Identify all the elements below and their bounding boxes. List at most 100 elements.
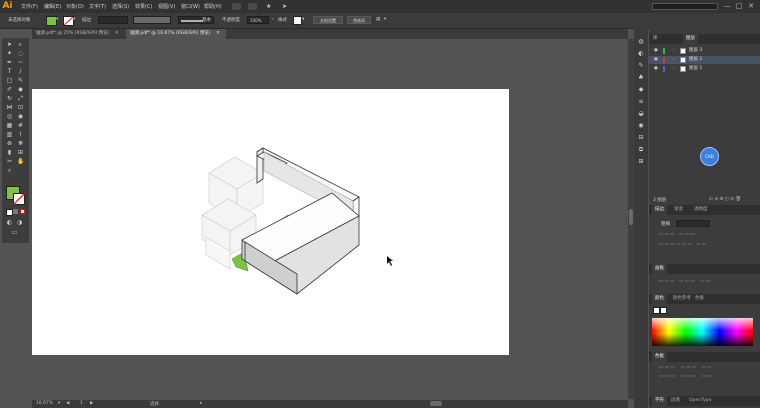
brushes-icon[interactable]: ✎ [637, 62, 645, 70]
artboard-row[interactable]: ▭ ▭ ▭ ▭ ▭ ▭ ▭ ▭ [659, 279, 710, 284]
artboard-number[interactable]: 1 [80, 401, 83, 406]
pathfinder-icon[interactable]: ⧉ [637, 146, 645, 154]
color-guide-icon[interactable]: ◍ [637, 38, 645, 46]
type-tool-icon[interactable]: T [6, 68, 13, 75]
default-colors-icon[interactable] [6, 209, 13, 216]
graphic-style-swatch[interactable] [293, 16, 302, 25]
chevron-down-icon[interactable]: ▾ [56, 17, 58, 22]
axonometric-drawing[interactable] [32, 89, 509, 355]
color-mode-icon[interactable] [13, 209, 18, 214]
stroke-color-box[interactable] [13, 193, 25, 205]
minimize-button[interactable]: — [722, 2, 732, 11]
graphic-styles-icon[interactable]: ◆ [637, 86, 645, 94]
mesh-tool-icon[interactable]: # [17, 122, 24, 129]
menu-help[interactable]: 帮助(H) [204, 3, 222, 10]
eraser-icon[interactable]: ◆ [17, 86, 24, 93]
gradient-tool-icon[interactable]: ▥ [6, 131, 13, 138]
magic-wand-icon[interactable]: ✦ [6, 50, 13, 57]
stroke-weight-input[interactable] [676, 220, 710, 227]
hand-tool-icon[interactable]: ✋ [17, 158, 24, 165]
stroke-options-row[interactable]: ▭ ▭ ▭ ▭ ▭ ▭ [659, 232, 695, 237]
rectangle-tool-icon[interactable]: □ [6, 77, 13, 84]
tab-swatches[interactable]: 色板 [695, 294, 704, 304]
appearance-icon[interactable]: ◉ [637, 122, 645, 130]
menu-type[interactable]: 文字(T) [89, 3, 106, 10]
vertical-scroll-thumb[interactable] [629, 209, 633, 225]
panel-fill-swatch[interactable] [653, 307, 660, 314]
horizontal-scroll-thumb[interactable] [430, 401, 442, 406]
tab-character[interactable]: 字符 [652, 396, 667, 406]
arrange-documents-icon[interactable] [248, 3, 257, 10]
chevron-down-icon[interactable]: ▾ [302, 17, 304, 22]
artboard-prev-icon[interactable]: ◀ [66, 401, 69, 406]
panel-stroke-swatch[interactable] [660, 307, 667, 314]
curvature-tool-icon[interactable]: ~ [17, 59, 24, 66]
align-icon[interactable]: ⊟ [637, 134, 645, 142]
scale-tool-icon[interactable]: ⤢ [17, 95, 24, 102]
selection-tool-icon[interactable]: ➤ [6, 41, 13, 48]
layers-footer-icons[interactable]: ⊡ ⊕ ⊞ ◫ ⊟ 🗑 [709, 197, 741, 202]
blend-tool-icon[interactable]: ⊗ [6, 140, 13, 147]
layer-name[interactable]: 图层 2 [689, 56, 702, 64]
eyedropper-icon[interactable]: ⌇ [17, 131, 24, 138]
slice-tool-icon[interactable]: ✂ [6, 158, 13, 165]
lasso-icon[interactable]: ◌ [17, 50, 24, 57]
preferences-button[interactable]: 首选项 [347, 16, 371, 24]
tab-libraries[interactable]: 库 [653, 34, 658, 44]
transform-icon[interactable]: ⊞ [637, 158, 645, 166]
bridge-icon[interactable] [232, 3, 241, 10]
layer-row-2[interactable]: ● › 图层 2 [649, 56, 760, 64]
document-setup-button[interactable]: 文档设置 [313, 16, 343, 24]
tab-opentype[interactable]: OpenType [689, 396, 711, 406]
chevron-right-icon[interactable]: › [272, 17, 274, 22]
color-icon[interactable]: ◐ [637, 50, 645, 58]
pen-tool-icon[interactable]: ✒ [6, 59, 13, 66]
tab-paragraph[interactable]: 段落 [671, 396, 680, 406]
layer-row-3[interactable]: ● › 图层 3 [649, 47, 760, 55]
zoom-level[interactable]: 16.67% [36, 401, 53, 406]
eye-icon[interactable]: ● [654, 56, 658, 64]
stroke-icon[interactable]: ≡ [637, 98, 645, 106]
chevron-right-icon[interactable]: › [673, 56, 675, 64]
free-transform-icon[interactable]: ⊡ [17, 104, 24, 111]
layer-name[interactable]: 图层 1 [689, 65, 702, 73]
shaper-tool-icon[interactable]: ✐ [6, 86, 13, 93]
direct-selection-tool-icon[interactable]: ▹ [17, 41, 24, 48]
eye-icon[interactable]: ● [654, 47, 658, 55]
stroke-weight-field[interactable] [98, 16, 128, 24]
artboard-tool-icon[interactable]: ⊞ [17, 149, 24, 156]
tab-gradient[interactable]: 渐变 [674, 205, 683, 215]
chevron-right-icon[interactable]: ▸ [200, 401, 202, 406]
color-spectrum[interactable] [652, 318, 753, 346]
live-paint-icon[interactable]: ◉ [17, 113, 24, 120]
tab-color[interactable]: 颜色 [652, 294, 667, 304]
swatch-row-2[interactable]: ▭ ▭ ▭ ▭ ▭ ▭ ▭ ▭ [659, 374, 712, 379]
menu-view[interactable]: 视图(V) [158, 3, 175, 10]
zoom-tool-icon[interactable]: ⌕ [6, 167, 13, 174]
none-color-icon[interactable] [20, 209, 25, 214]
collaboration-avatar[interactable]: CAD [700, 147, 719, 166]
close-icon[interactable]: ✕ [216, 31, 220, 36]
layer-name[interactable]: 图层 3 [689, 47, 702, 55]
maximize-button[interactable]: □ [734, 2, 744, 11]
menu-object[interactable]: 对象(O) [66, 3, 84, 10]
screen-mode-icon[interactable]: ▭ [11, 229, 18, 236]
artboard[interactable] [32, 89, 509, 355]
search-input[interactable] [652, 3, 718, 10]
gpu-performance-icon[interactable]: ★ [266, 3, 275, 10]
artboard-next-icon[interactable]: ▶ [90, 401, 93, 406]
draw-mode-icon[interactable]: ◐ [6, 219, 13, 226]
column-graph-icon[interactable]: ▮ [6, 149, 13, 156]
draw-behind-icon[interactable]: ◑ [16, 219, 23, 226]
chevron-down-icon[interactable]: ▾ [58, 401, 60, 406]
transparency-icon[interactable]: ◒ [637, 110, 645, 118]
chevron-down-icon[interactable]: ▾ [384, 17, 386, 22]
menu-effect[interactable]: 效果(C) [135, 3, 152, 10]
rotate-tool-icon[interactable]: ↻ [6, 95, 13, 102]
line-tool-icon[interactable]: / [17, 68, 24, 75]
dash-options-row[interactable]: ▭ ▭ ▭ ▭ ▭ ▭ ▭ ▭ [659, 242, 706, 247]
tab-artboards[interactable]: 画板 [652, 264, 667, 274]
menu-file[interactable]: 文件(F) [21, 3, 38, 10]
symbols-icon[interactable]: ♣ [637, 74, 645, 82]
tab-document-1[interactable]: 轴测.pdf* @ 25% (RGB/GPU 预览) ✕ [32, 29, 126, 39]
